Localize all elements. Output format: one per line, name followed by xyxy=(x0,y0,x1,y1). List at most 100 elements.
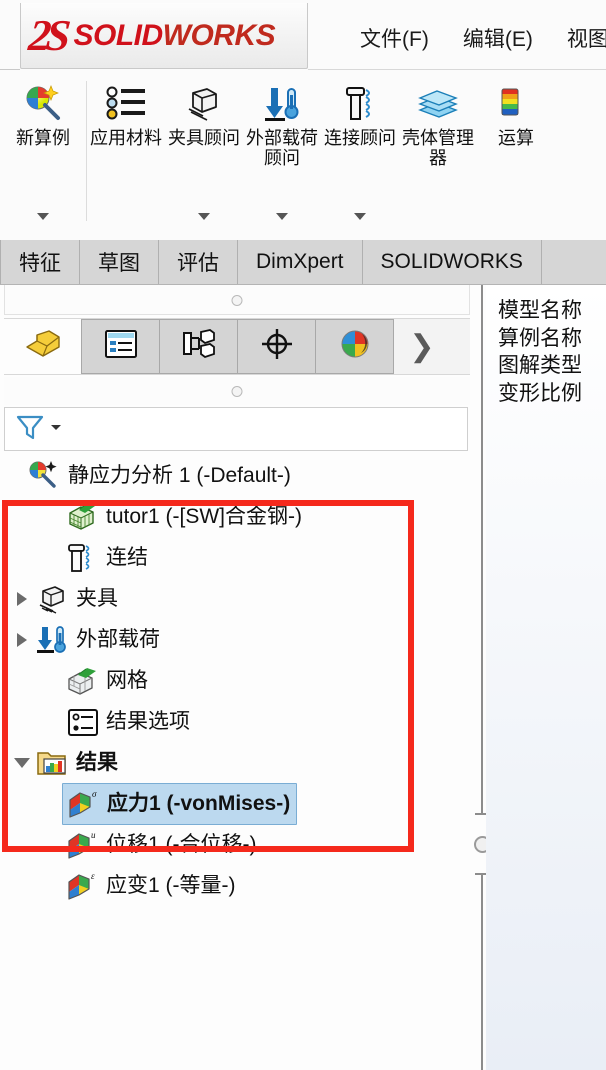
ribbon-button-shell-manager[interactable]: 壳体管理器 xyxy=(399,75,477,238)
tree-label: 结果选项 xyxy=(106,710,190,733)
solidworks-simulation-window: 2S SOLIDWORKS 文件(F) 编辑(E) 视图 新算例 应用材料 夹具… xyxy=(0,0,606,1070)
ribbon-label-external-loads-advisor: 外部载荷顾问 xyxy=(246,128,318,169)
tree-label: 网格 xyxy=(106,669,148,692)
dimxpert-manager-tab[interactable] xyxy=(238,319,316,374)
yellow-part-icon xyxy=(23,329,63,364)
tree-label: 夹具 xyxy=(76,587,118,610)
tab-evaluate[interactable]: 评估 xyxy=(159,240,238,284)
external-loads-icon xyxy=(34,622,72,658)
tree-label: 外部载荷 xyxy=(76,628,160,651)
tree-label: 应变1 (-等量-) xyxy=(106,874,236,897)
panel-top-strip xyxy=(4,285,470,315)
result-options-icon xyxy=(64,704,102,740)
tree-item-stress-plot[interactable]: σ 应力1 (-vonMises-) xyxy=(0,782,481,825)
ribbon-label-shell-manager: 壳体管理器 xyxy=(402,128,474,169)
run-study-icon xyxy=(496,83,536,125)
selection-highlight: σ 应力1 (-vonMises-) xyxy=(62,782,298,825)
chevron-down-icon[interactable] xyxy=(354,213,366,220)
tree-filter-bar[interactable] xyxy=(4,407,468,451)
simulation-study-tree: 静应力分析 1 (-Default-) tutor1 (-[SW]合金钢-) 连… xyxy=(0,455,481,906)
menu-item-edit[interactable]: 编辑(E) xyxy=(463,23,533,53)
tree-item-displacement-plot[interactable]: u 位移1 (-合位移-) xyxy=(0,824,481,865)
tree-label: 应力1 (-vonMises-) xyxy=(107,792,291,815)
svg-text:ε: ε xyxy=(91,871,95,881)
wordmark-solid: SOLID xyxy=(73,18,163,52)
displacement-plot-icon: u xyxy=(64,827,102,863)
shell-manager-icon xyxy=(416,83,460,125)
ribbon-button-new-study[interactable]: 新算例 xyxy=(0,75,86,238)
tree-label: 结果 xyxy=(76,751,118,774)
chevron-down-icon[interactable] xyxy=(198,213,210,220)
tree-item-mesh[interactable]: 网格 xyxy=(0,660,481,701)
tree-label: 连结 xyxy=(106,546,148,569)
ribbon-toolbar: 新算例 应用材料 夹具顾问 外部载荷顾问 连接顾问 壳体管理器 运算 xyxy=(0,75,606,238)
tree-label: tutor1 (-[SW]合金钢-) xyxy=(106,505,303,528)
ribbon-button-connections-advisor[interactable]: 连接顾问 xyxy=(321,75,399,238)
connections-advisor-icon xyxy=(339,83,381,125)
chevron-down-icon[interactable] xyxy=(37,213,49,220)
tree-item-connections[interactable]: 连结 xyxy=(0,537,481,578)
crosshair-target-icon xyxy=(260,328,294,365)
chevron-right-icon xyxy=(17,632,27,647)
stress-plot-icon: σ xyxy=(65,786,103,822)
splitter-line xyxy=(481,285,483,1070)
tree-item-external-loads[interactable]: 外部载荷 xyxy=(0,619,481,660)
tree-item-result-options[interactable]: 结果选项 xyxy=(0,701,481,742)
ribbon-button-run-study[interactable]: 运算 xyxy=(477,75,555,238)
tree-item-part-tutor1[interactable]: tutor1 (-[SW]合金钢-) xyxy=(0,496,481,537)
tree-item-results-folder[interactable]: 结果 xyxy=(0,742,481,783)
filter-funnel-icon[interactable] xyxy=(15,412,45,447)
chevron-right-icon xyxy=(17,591,27,606)
property-manager-tab[interactable] xyxy=(82,319,160,374)
feature-manager-overflow-button[interactable]: ❯ xyxy=(394,319,450,374)
expander-collapsed[interactable] xyxy=(10,619,34,660)
panel-splitter[interactable] xyxy=(473,285,497,1070)
tree-item-static-study[interactable]: 静应力分析 1 (-Default-) xyxy=(0,455,481,496)
ribbon-label-new-study: 新算例 xyxy=(16,128,70,148)
color-sphere-icon xyxy=(338,328,372,365)
feature-manager-tab[interactable] xyxy=(4,319,82,374)
plot-info-legend: 模型名称 算例名称 图解类型 变形比例 xyxy=(498,299,582,406)
chevron-down-icon[interactable] xyxy=(276,213,288,220)
external-loads-advisor-icon xyxy=(261,83,303,125)
apply-material-icon xyxy=(105,83,147,125)
configuration-tree-icon xyxy=(182,329,216,364)
results-folder-icon xyxy=(34,745,72,781)
ribbon-button-fixture-advisor[interactable]: 夹具顾问 xyxy=(165,75,243,238)
solidworks-wordmark: SOLIDWORKS xyxy=(73,18,275,52)
fixtures-icon xyxy=(34,581,72,617)
new-study-icon xyxy=(21,83,65,125)
chevron-down-icon[interactable] xyxy=(49,420,63,438)
ribbon-button-apply-material[interactable]: 应用材料 xyxy=(87,75,165,238)
fixture-advisor-icon xyxy=(183,83,225,125)
property-list-icon xyxy=(104,329,138,364)
tab-solidworks-addins[interactable]: SOLIDWORKS xyxy=(362,240,542,284)
ribbon-button-external-loads-advisor[interactable]: 外部载荷顾问 xyxy=(243,75,321,238)
expander-collapsed[interactable] xyxy=(10,578,34,619)
ribbon-label-run-study: 运算 xyxy=(498,128,534,148)
tree-label: 位移1 (-合位移-) xyxy=(106,833,257,856)
ribbon-label-fixture-advisor: 夹具顾问 xyxy=(168,128,240,148)
ribbon-label-apply-material: 应用材料 xyxy=(90,128,162,148)
solidworks-logo[interactable]: 2S SOLIDWORKS xyxy=(20,3,308,69)
tree-label: 静应力分析 1 (-Default-) xyxy=(68,464,291,487)
chevron-down-icon xyxy=(14,757,30,768)
part-mesh-green-icon xyxy=(64,499,102,535)
tab-sketch[interactable]: 草图 xyxy=(80,240,159,284)
expander-expanded[interactable] xyxy=(10,742,34,783)
menu-item-file[interactable]: 文件(F) xyxy=(360,23,429,53)
configuration-manager-tab[interactable] xyxy=(160,319,238,374)
tab-dimxpert[interactable]: DimXpert xyxy=(238,240,363,284)
menu-item-view[interactable]: 视图 xyxy=(567,23,606,53)
panel-mid-strip xyxy=(4,377,470,405)
command-manager-tabs: 特征 草图 评估 DimXpert SOLIDWORKS xyxy=(0,240,606,285)
svg-text:σ: σ xyxy=(92,789,97,799)
tree-item-fixtures[interactable]: 夹具 xyxy=(0,578,481,619)
tab-features[interactable]: 特征 xyxy=(0,240,80,284)
mesh-icon xyxy=(64,663,102,699)
display-manager-tab[interactable] xyxy=(316,319,394,374)
title-bar: 2S SOLIDWORKS 文件(F) 编辑(E) 视图 xyxy=(0,0,606,75)
panel-collapse-handle-mid[interactable] xyxy=(231,386,243,397)
panel-collapse-handle-top[interactable] xyxy=(231,295,243,306)
tree-item-strain-plot[interactable]: ε 应变1 (-等量-) xyxy=(0,865,481,906)
